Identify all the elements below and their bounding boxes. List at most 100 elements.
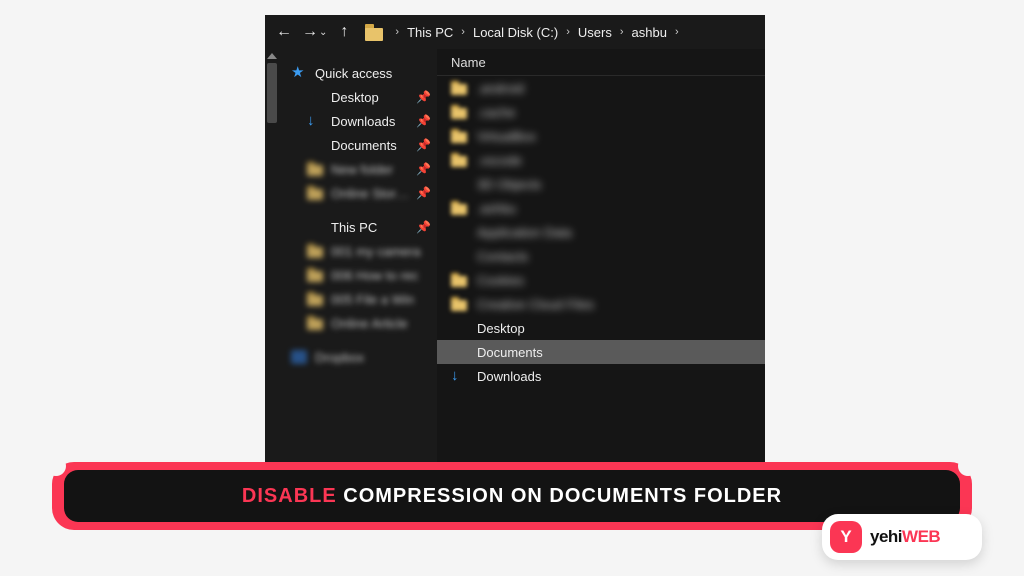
cloud-icon bbox=[291, 350, 307, 364]
star-icon: ★ bbox=[291, 66, 307, 80]
file-list: Name .android .cache VirtualBox .vscode … bbox=[437, 49, 765, 465]
pin-icon: 📌 bbox=[416, 162, 431, 176]
caption-text: Disable compression on documents folder bbox=[242, 485, 782, 508]
breadcrumb-item[interactable]: This PC bbox=[405, 25, 455, 40]
nav-up-button[interactable]: ↑ bbox=[331, 19, 357, 45]
document-icon bbox=[451, 345, 467, 359]
sidebar-item-blurred[interactable]: New folder 📌 bbox=[279, 157, 437, 181]
pin-icon: 📌 bbox=[416, 220, 431, 234]
list-item[interactable]: Application Data bbox=[437, 220, 765, 244]
sidebar-item-label: Online Stored F bbox=[331, 186, 416, 201]
folder-icon bbox=[451, 225, 467, 239]
sidebar-item-label: New folder bbox=[331, 162, 416, 177]
sidebar-item-label: 006 How to rec bbox=[331, 268, 437, 283]
column-header-name[interactable]: Name bbox=[437, 49, 765, 76]
file-name: .ashbu bbox=[477, 201, 516, 216]
pin-icon: 📌 bbox=[416, 138, 431, 152]
file-name: 3D Objects bbox=[477, 177, 541, 192]
sidebar-item-downloads[interactable]: ↓ Downloads 📌 bbox=[279, 109, 437, 133]
folder-icon bbox=[451, 201, 467, 215]
folder-icon bbox=[451, 129, 467, 143]
list-item[interactable]: Contacts bbox=[437, 244, 765, 268]
caption-rest: compression on documents folder bbox=[337, 485, 782, 507]
folder-icon bbox=[365, 23, 383, 41]
objects-icon bbox=[451, 177, 467, 191]
list-item[interactable]: Creative Cloud Files bbox=[437, 292, 765, 316]
file-name: .android bbox=[477, 81, 524, 96]
file-name: Creative Cloud Files bbox=[477, 297, 594, 312]
file-name: Downloads bbox=[477, 369, 541, 384]
folder-icon bbox=[451, 273, 467, 287]
sidebar-item-blurred[interactable]: Online Stored F 📌 bbox=[279, 181, 437, 205]
brand-badge: Y yehiWEB bbox=[822, 514, 982, 560]
nav-forward-button[interactable]: → bbox=[297, 19, 323, 45]
file-name: .cache bbox=[477, 105, 515, 120]
file-name: Desktop bbox=[477, 321, 525, 336]
file-name: VirtualBox bbox=[477, 129, 536, 144]
list-item[interactable]: .cache bbox=[437, 100, 765, 124]
sidebar-item-label: Documents bbox=[331, 138, 416, 153]
sidebar-item-blurred[interactable]: 006 How to rec bbox=[279, 263, 437, 287]
sidebar-item-blurred[interactable]: Dropbox bbox=[279, 345, 437, 369]
folder-icon bbox=[451, 249, 467, 263]
list-item[interactable]: 3D Objects bbox=[437, 172, 765, 196]
list-item-downloads[interactable]: ↓ Downloads bbox=[437, 364, 765, 388]
breadcrumb-item[interactable]: ashbu bbox=[630, 25, 669, 40]
chevron-right-icon: › bbox=[455, 26, 471, 38]
sidebar-item-blurred[interactable]: 005 File a Win bbox=[279, 287, 437, 311]
folder-icon bbox=[451, 297, 467, 311]
list-item[interactable]: .android bbox=[437, 76, 765, 100]
list-item-desktop[interactable]: Desktop bbox=[437, 316, 765, 340]
sidebar-item-desktop[interactable]: Desktop 📌 bbox=[279, 85, 437, 109]
pin-icon: 📌 bbox=[416, 114, 431, 128]
sidebar-item-label: 001 my camera bbox=[331, 244, 437, 259]
list-item[interactable]: Cookies bbox=[437, 268, 765, 292]
navigation-pane: ★ Quick access Desktop 📌 ↓ Downloads 📌 D… bbox=[279, 49, 437, 465]
folder-icon bbox=[451, 81, 467, 95]
list-item[interactable]: .vscode bbox=[437, 148, 765, 172]
sidebar-item-label: Desktop bbox=[331, 90, 416, 105]
pin-icon: 📌 bbox=[416, 186, 431, 200]
sidebar-item-blurred[interactable]: 001 my camera bbox=[279, 239, 437, 263]
brand-logo-icon: Y bbox=[830, 521, 862, 553]
sidebar-item-label: 005 File a Win bbox=[331, 292, 437, 307]
sidebar-item-this-pc[interactable]: This PC 📌 bbox=[279, 215, 437, 239]
list-item[interactable]: .ashbu bbox=[437, 196, 765, 220]
file-name: Cookies bbox=[477, 273, 524, 288]
folder-icon bbox=[307, 244, 323, 258]
sidebar-item-label: Downloads bbox=[331, 114, 416, 129]
caption-highlight: Disable bbox=[242, 485, 337, 507]
sidebar-item-label: Dropbox bbox=[315, 350, 437, 365]
chevron-right-icon: › bbox=[389, 26, 405, 38]
nav-back-button[interactable]: ← bbox=[271, 19, 297, 45]
breadcrumb-item[interactable]: Local Disk (C:) bbox=[471, 25, 560, 40]
sidebar-item-blurred[interactable]: Online Article bbox=[279, 311, 437, 335]
chevron-right-icon: › bbox=[560, 26, 576, 38]
folder-icon bbox=[307, 292, 323, 306]
file-explorer-window: ← → ⌄ ↑ › This PC › Local Disk (C:) › Us… bbox=[265, 15, 765, 465]
sidebar-item-label: Online Article bbox=[331, 316, 437, 331]
scroll-up-icon[interactable] bbox=[267, 53, 277, 59]
file-name: .vscode bbox=[477, 153, 522, 168]
file-name: Documents bbox=[477, 345, 543, 360]
sidebar-item-label: Quick access bbox=[315, 66, 437, 81]
folder-icon bbox=[307, 162, 323, 176]
brand-name: yehiWEB bbox=[870, 527, 940, 547]
address-bar: ← → ⌄ ↑ › This PC › Local Disk (C:) › Us… bbox=[265, 15, 765, 49]
desktop-icon bbox=[451, 321, 467, 335]
sidebar-item-documents[interactable]: Documents 📌 bbox=[279, 133, 437, 157]
scrollbar-thumb[interactable] bbox=[267, 63, 277, 123]
breadcrumb-item[interactable]: Users bbox=[576, 25, 614, 40]
sidebar-item-quick-access[interactable]: ★ Quick access bbox=[279, 61, 437, 85]
folder-icon bbox=[307, 316, 323, 330]
list-item[interactable]: VirtualBox bbox=[437, 124, 765, 148]
sidebar-scrollbar[interactable] bbox=[265, 49, 279, 465]
folder-icon bbox=[307, 186, 323, 200]
list-item-documents[interactable]: Documents bbox=[437, 340, 765, 364]
download-icon: ↓ bbox=[451, 369, 467, 383]
breadcrumb[interactable]: › This PC › Local Disk (C:) › Users › as… bbox=[365, 23, 684, 41]
download-icon: ↓ bbox=[307, 114, 323, 128]
folder-icon bbox=[307, 268, 323, 282]
chevron-right-icon: › bbox=[669, 26, 685, 38]
folder-icon bbox=[451, 153, 467, 167]
